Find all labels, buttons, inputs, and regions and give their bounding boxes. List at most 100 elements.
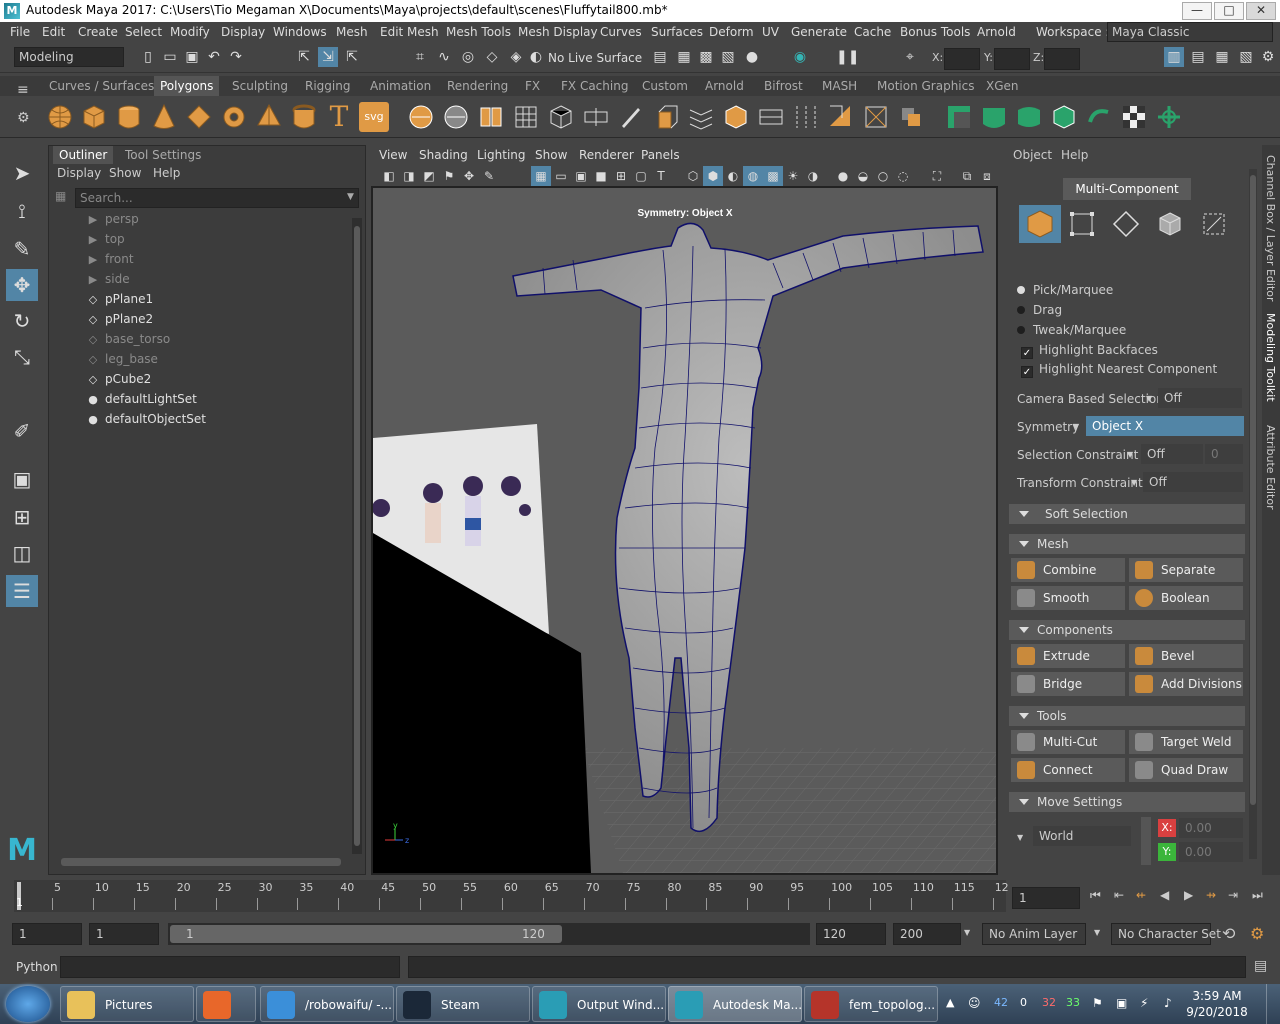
last-tool-icon[interactable]: ✐ <box>6 415 38 447</box>
menu-cache[interactable]: Cache <box>854 25 891 39</box>
select-object-icon[interactable]: ⇲ <box>318 47 338 67</box>
current-frame-field[interactable]: 1 <box>1012 887 1080 909</box>
move-tool-icon[interactable]: ✥ <box>6 269 38 301</box>
combine-icon[interactable] <box>406 102 436 132</box>
tweak-marquee-option[interactable]: Tweak/Marquee <box>1017 323 1126 337</box>
uv-spherical-icon[interactable] <box>1014 102 1044 132</box>
outliner-hscrollbar[interactable] <box>61 858 341 866</box>
y-move-field[interactable]: 0.00 <box>1179 842 1243 862</box>
taskbar-app[interactable]: /robowaifu/ -... <box>260 986 394 1022</box>
two-view-layout-icon[interactable]: ◫ <box>6 537 38 569</box>
uv-cylindrical-icon[interactable] <box>979 102 1009 132</box>
wireframe-on-shaded-icon[interactable]: ◍ <box>743 166 763 186</box>
2d-pan-icon[interactable]: ✥ <box>459 166 479 186</box>
transform-constraint-value[interactable]: Off <box>1143 472 1243 492</box>
default-material-icon[interactable]: ◐ <box>723 166 743 186</box>
extract-icon[interactable] <box>476 102 506 132</box>
depth-of-field-icon[interactable]: ◌ <box>893 166 913 186</box>
xray-joints-icon[interactable]: ⧈ <box>977 166 997 186</box>
menu-create[interactable]: Create <box>78 25 118 39</box>
outliner-item[interactable]: ● defaultLightSet <box>85 389 197 409</box>
sculpt-icon[interactable] <box>616 102 646 132</box>
film-gate-icon[interactable]: ▭ <box>551 166 571 186</box>
close-button[interactable]: ✕ <box>1246 2 1276 20</box>
render-icon[interactable]: ▦ <box>674 47 694 67</box>
xform-field-icon[interactable]: ⌖ <box>900 47 920 67</box>
tray-volume-icon[interactable]: ♪ <box>1164 996 1172 1010</box>
new-scene-icon[interactable]: ▯ <box>138 47 158 67</box>
target-weld-icon[interactable] <box>896 102 926 132</box>
poly-sphere-icon[interactable] <box>45 102 75 132</box>
smooth-shade-icon[interactable]: ⬢ <box>703 166 723 186</box>
bevel-icon[interactable] <box>721 102 751 132</box>
menu-mesh-tools[interactable]: Mesh Tools <box>446 25 511 39</box>
outliner-menu-show[interactable]: Show <box>109 166 141 180</box>
object-mode-icon[interactable] <box>1019 205 1061 243</box>
taskbar-app[interactable]: Autodesk Ma... <box>668 986 802 1022</box>
mtk-vscroll-thumb[interactable] <box>1250 175 1256 805</box>
rotate-tool-icon[interactable]: ↻ <box>6 305 38 337</box>
append-polygon-icon[interactable] <box>756 102 786 132</box>
mtk-menu-help[interactable]: Help <box>1061 148 1088 162</box>
taskbar-app[interactable]: Pictures <box>60 986 194 1022</box>
outliner-search-input[interactable]: Search... <box>75 188 359 208</box>
tab-custom[interactable]: Custom <box>642 79 688 93</box>
camera-attributes-icon[interactable]: ◨ <box>399 166 419 186</box>
save-scene-icon[interactable]: ▣ <box>182 47 202 67</box>
poly-pipe-icon[interactable] <box>289 102 319 132</box>
viewport-menu-show[interactable]: Show <box>535 148 567 162</box>
animation-start-field[interactable]: 1 <box>12 923 82 945</box>
shadows-icon[interactable]: ◑ <box>803 166 823 186</box>
menu-arnold[interactable]: Arnold <box>977 25 1016 39</box>
menu-display[interactable]: Display <box>221 25 265 39</box>
poly-plane-icon[interactable] <box>184 102 214 132</box>
pick-marquee-option[interactable]: Pick/Marquee <box>1017 283 1113 297</box>
multi-component-button[interactable]: Multi-Component <box>1063 178 1191 200</box>
pause-icon[interactable]: ❚❚ <box>836 47 859 67</box>
menu-uv[interactable]: UV <box>762 25 779 39</box>
3d-scene-view[interactable]: Symmetry: Object X y z <box>373 188 996 873</box>
tab-modeling-toolkit[interactable]: Modeling Toolkit <box>1264 313 1277 402</box>
taskbar-app[interactable]: Steam <box>396 986 530 1022</box>
single-view-layout-icon[interactable]: ▣ <box>6 463 38 495</box>
search-dropdown-icon[interactable]: ▼ <box>347 192 354 202</box>
tab-mash[interactable]: MASH <box>822 79 857 93</box>
lasso-tool-icon[interactable]: ⟟ <box>6 195 38 227</box>
menu-deform[interactable]: Deform <box>709 25 754 39</box>
target-weld-button[interactable]: Target Weld <box>1129 730 1243 754</box>
selection-constraint-value[interactable]: Off <box>1141 444 1203 464</box>
tab-sculpting[interactable]: Sculpting <box>232 79 288 93</box>
tab-tool-settings[interactable]: Tool Settings <box>125 148 201 162</box>
mtk-menu-object[interactable]: Object <box>1013 148 1052 162</box>
camera-select-icon[interactable]: ◧ <box>379 166 399 186</box>
step-forward-key-icon[interactable]: ⇥ <box>1228 888 1238 902</box>
animation-end-field[interactable]: 200 <box>893 923 961 945</box>
tab-fx[interactable]: FX <box>525 79 540 93</box>
uv-editor-icon[interactable] <box>1154 102 1184 132</box>
outliner-item[interactable]: ▶ front <box>85 249 134 269</box>
highlight-backfaces-checkbox[interactable]: ✓ Highlight Backfaces <box>1021 343 1158 359</box>
outliner-item[interactable]: ▶ side <box>85 269 130 289</box>
highlight-nearest-checkbox[interactable]: ✓ Highlight Nearest Component <box>1021 362 1217 378</box>
outliner-layout-icon[interactable]: ☰ <box>6 575 38 607</box>
grid-icon[interactable]: ▦ <box>531 166 551 186</box>
arnold-render-icon[interactable]: ◉ <box>790 47 810 67</box>
wireframe-icon[interactable]: ⬡ <box>683 166 703 186</box>
open-scene-icon[interactable]: ▭ <box>160 47 180 67</box>
world-space-dropdown[interactable]: World <box>1033 826 1131 846</box>
modeling-toolkit-toggle-icon[interactable]: ▥ <box>1164 47 1184 67</box>
drag-option[interactable]: Drag <box>1017 303 1062 317</box>
shelf-menu-icon[interactable]: ≡ <box>17 82 29 98</box>
multi-cut-button[interactable]: Multi-Cut <box>1011 730 1125 754</box>
poly-cube-icon[interactable] <box>79 102 109 132</box>
add-divisions-button[interactable]: Add Divisions <box>1129 672 1243 696</box>
menu-modify[interactable]: Modify <box>170 25 210 39</box>
outliner-item[interactable]: ◇ pPlane1 <box>85 289 153 309</box>
playback-start-field[interactable]: 1 <box>89 923 159 945</box>
menu-curves[interactable]: Curves <box>600 25 642 39</box>
outliner-item[interactable]: ▶ persp <box>85 209 139 229</box>
start-button-icon[interactable] <box>6 986 50 1022</box>
combine-button[interactable]: Combine <box>1011 558 1125 582</box>
poly-pyramid-icon[interactable] <box>254 102 284 132</box>
insert-edge-loop-icon[interactable] <box>791 102 821 132</box>
